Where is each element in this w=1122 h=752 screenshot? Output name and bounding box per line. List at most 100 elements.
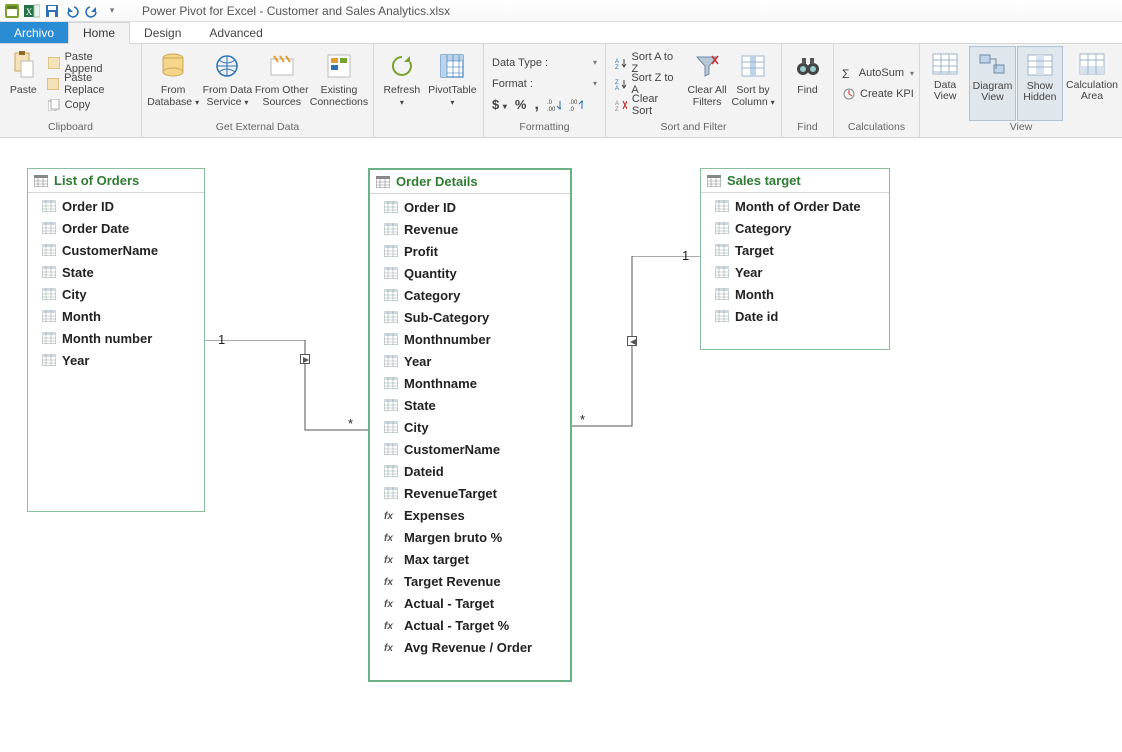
field-label: Order ID [404,200,456,215]
field-revenuetarget[interactable]: RevenueTarget [370,482,570,504]
relationship-line-1[interactable] [205,340,368,438]
show-hidden-button[interactable]: Show Hidden [1017,46,1063,121]
field-city[interactable]: City [28,283,204,305]
column-icon [384,267,398,279]
field-monthnumber[interactable]: Monthnumber [370,328,570,350]
svg-text:Z: Z [615,107,619,111]
field-max-target[interactable]: fxMax target [370,548,570,570]
qat-customize-icon[interactable]: ▾ [104,3,120,19]
field-order-id[interactable]: Order ID [28,195,204,217]
currency-format-button[interactable]: $ ▾ [492,97,507,112]
table-header[interactable]: Order Details [370,170,570,194]
table-header[interactable]: Sales target [701,169,889,193]
field-city[interactable]: City [370,416,570,438]
field-state[interactable]: State [28,261,204,283]
decrease-decimal-button[interactable]: .00.0 [569,98,583,112]
tab-design[interactable]: Design [130,22,195,43]
from-other-sources-label: From Other Sources [255,84,309,108]
clear-sort-button[interactable]: AZClear Sort [614,95,681,115]
field-year[interactable]: Year [28,349,204,371]
comma-format-button[interactable]: , [534,96,538,114]
from-data-service-label: From Data Service ▾ [200,84,254,109]
calculation-area-button[interactable]: Calculation Area [1064,46,1120,121]
increase-decimal-button[interactable]: .0.00 [547,98,561,112]
field-customername[interactable]: CustomerName [370,438,570,460]
column-icon [384,399,398,411]
field-year[interactable]: Year [701,261,889,283]
field-year[interactable]: Year [370,350,570,372]
clear-all-filters-button[interactable]: Clear All Filters [685,46,729,121]
column-icon [384,245,398,257]
redo-icon[interactable] [84,3,100,19]
field-actual-target-[interactable]: fxActual - Target % [370,614,570,636]
field-month[interactable]: Month [701,283,889,305]
sort-az-button[interactable]: AZSort A to Z [614,53,681,73]
field-category[interactable]: Category [370,284,570,306]
paste-replace-button[interactable]: Paste Replace [47,74,133,94]
field-order-id[interactable]: Order ID [370,196,570,218]
data-view-label: Data View [922,80,968,102]
tab-advanced[interactable]: Advanced [195,22,276,43]
pivottable-button[interactable]: PivotTable▾ [426,46,479,121]
table-sales-target[interactable]: Sales targetMonth of Order DateCategory T… [700,168,890,350]
from-other-sources-button[interactable]: From Other Sources [255,46,309,121]
from-data-service-button[interactable]: From Data Service ▾ [200,46,254,121]
field-label: Month number [62,331,152,346]
field-label: City [404,420,429,435]
field-profit[interactable]: Profit [370,240,570,262]
field-sub-category[interactable]: Sub-Category [370,306,570,328]
table-list-of-orders[interactable]: List of OrdersOrder IDOrder DateCustomer… [27,168,205,512]
save-icon[interactable] [44,3,60,19]
svg-text:.00: .00 [569,100,578,106]
paste-append-button[interactable]: Paste Append [47,53,133,73]
field-label: Month [735,287,774,302]
sort-za-button[interactable]: ZASort Z to A [614,74,681,94]
field-month-of-order-date[interactable]: Month of Order Date [701,195,889,217]
field-avg-revenue-order[interactable]: fxAvg Revenue / Order [370,636,570,658]
percent-format-button[interactable]: % [515,97,527,112]
format-dropdown[interactable]: Format :▾ [492,74,597,94]
refresh-button[interactable]: Refresh▾ [378,46,426,121]
undo-icon[interactable] [64,3,80,19]
field-label: Target [735,243,774,258]
field-state[interactable]: State [370,394,570,416]
table-order-details[interactable]: Order Details Order ID RevenueProfitQuanti… [368,168,572,682]
field-dateid[interactable]: Dateid [370,460,570,482]
field-margen-bruto-[interactable]: fx Margen bruto % [370,526,570,548]
field-monthname[interactable]: Monthname [370,372,570,394]
field-month-number[interactable]: Month number [28,327,204,349]
data-view-button[interactable]: Data View [922,46,968,121]
field-actual-target[interactable]: fxActual - Target [370,592,570,614]
field-label: Margen bruto % [404,530,502,545]
table-icon [34,175,48,187]
tab-file[interactable]: Archivo [0,22,68,43]
paste-button[interactable]: Paste [4,46,43,121]
field-month[interactable]: Month [28,305,204,327]
field-order-date[interactable]: Order Date [28,217,204,239]
ribbon: Paste Paste Append Paste Replace Copy Cl… [0,44,1122,138]
tab-home[interactable]: Home [68,22,130,44]
field-revenue[interactable]: Revenue [370,218,570,240]
sort-by-column-button[interactable]: Sort by Column ▾ [729,46,777,121]
field-target[interactable]: Target [701,239,889,261]
datatype-dropdown[interactable]: Data Type :▾ [492,53,597,73]
diagram-view-button[interactable]: Diagram View [969,46,1015,121]
measure-icon: fx [384,531,398,543]
field-quantity[interactable]: Quantity [370,262,570,284]
field-date-id[interactable]: Date id [701,305,889,327]
field-expenses[interactable]: fxExpenses [370,504,570,526]
copy-button[interactable]: Copy [47,95,133,115]
calculation-area-label: Calculation Area [1064,80,1120,102]
create-kpi-label: Create KPI [860,88,914,100]
existing-connections-button[interactable]: Existing Connections [309,46,369,121]
find-button[interactable]: Find [786,46,829,121]
create-kpi-button[interactable]: Create KPI [842,84,914,104]
table-header[interactable]: List of Orders [28,169,204,193]
autosum-button[interactable]: ΣAutoSum▾ [842,63,914,83]
from-database-button[interactable]: From Database ▾ [146,46,200,121]
diagram-canvas[interactable]: 1 * 1 * List of OrdersOrder IDOrder Date… [0,138,1122,752]
field-category[interactable]: Category [701,217,889,239]
field-target-revenue[interactable]: fxTarget Revenue [370,570,570,592]
measure-icon: fx [384,597,398,609]
field-customername[interactable]: CustomerName [28,239,204,261]
